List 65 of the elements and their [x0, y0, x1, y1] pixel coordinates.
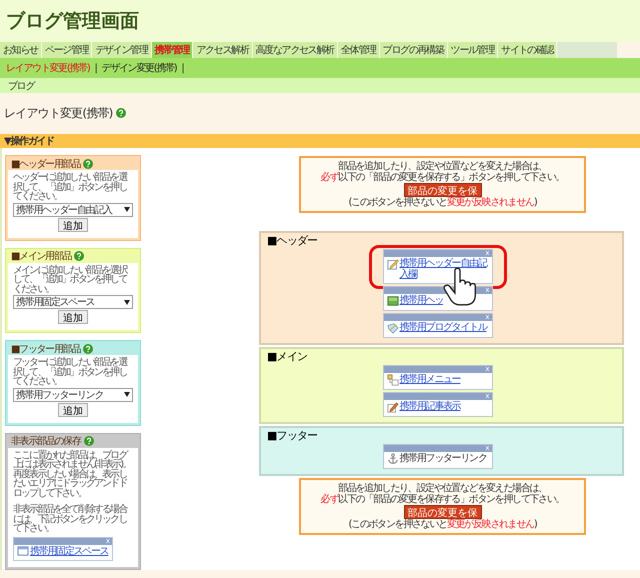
- page-title: レイアウト変更(携帯): [4, 104, 113, 122]
- notice-note: (このボタンを押さないと変更が反映されません): [348, 519, 536, 530]
- image-icon: [386, 295, 398, 307]
- panel-description: ヘッダーに追加したい部品を選択して、「追加」ボタンを押してください。: [13, 173, 128, 202]
- app-title: ブログ管理画面: [6, 9, 139, 34]
- nav-tab[interactable]: 全体管理: [338, 42, 379, 58]
- add-button[interactable]: 追加: [58, 218, 88, 232]
- panel-title: ■フッター用部品: [11, 342, 80, 356]
- part-select[interactable]: 携帯用固定スペース: [13, 295, 133, 309]
- save-changes-button[interactable]: 部品の変更を保: [404, 183, 482, 197]
- add-button[interactable]: 追加: [58, 402, 88, 416]
- widget-link[interactable]: 携帯用ブログタイトル: [400, 322, 487, 333]
- hand-cursor-icon: [442, 267, 476, 307]
- part-select[interactable]: 携帯用ヘッダー自由記入: [13, 202, 133, 216]
- panel-description: ここに置かれた部品は、ブログ上には表示されません(非表示)。再度表示したい場合は、表示したいエリアにドラッグアンドドロップして下さい。: [13, 450, 132, 498]
- pencil-icon: [386, 258, 398, 270]
- pencil-icon: [386, 401, 398, 413]
- area-title: ■ヘッダー: [267, 234, 318, 247]
- widget-link[interactable]: 携帯用固定スペース: [30, 546, 108, 556]
- notice-text: 必ず以下の「部品の変更を保存する」ボタンを押して下さい。: [320, 494, 564, 505]
- help-icon[interactable]: [83, 344, 94, 354]
- tag-icon: [386, 322, 398, 334]
- guide-bar[interactable]: ▼操作ガイド: [0, 134, 640, 148]
- notice-note: (このボタンを押さないと変更が反映されません): [348, 197, 536, 208]
- nav-tab[interactable]: 高度なアクセス解析: [252, 42, 337, 58]
- widget-link[interactable]: 携帯用ヘッ: [400, 295, 444, 306]
- subnav-link[interactable]: デザイン変更(携帯): [102, 61, 176, 75]
- dropdown-arrow-icon: [124, 300, 130, 304]
- notice-text: 部品を追加したり、設定や位置などを変えた場合は、: [338, 161, 547, 172]
- menu-tree-icon: [386, 374, 398, 386]
- separator: |: [181, 62, 184, 74]
- breadcrumb: ブログ: [8, 80, 34, 92]
- panel-title: 非表示部品の保存: [11, 434, 81, 448]
- add-button[interactable]: 追加: [58, 310, 88, 324]
- separator: |: [94, 62, 97, 74]
- nav-tab[interactable]: アクセス解析: [193, 42, 252, 58]
- anchor-icon: [386, 453, 398, 465]
- panel-title: ■ヘッダー用部品: [11, 158, 80, 170]
- help-icon[interactable]: [74, 251, 84, 261]
- help-icon[interactable]: [83, 158, 94, 168]
- save-changes-button[interactable]: 部品の変更を保: [404, 505, 482, 519]
- nav-tab[interactable]: お知らせ: [0, 42, 41, 58]
- nav-tab[interactable]: サイトの確認: [498, 42, 556, 58]
- widget-link[interactable]: 携帯用メニュー: [400, 374, 460, 385]
- panel-description: メインに追加したい部品を選択して、「追加」ボタンを押してください。: [13, 266, 128, 294]
- widget-label[interactable]: 携帯用フッターリンク: [400, 453, 487, 464]
- nav-tab[interactable]: デザイン管理: [92, 42, 151, 58]
- dropdown-arrow-icon: [124, 392, 130, 397]
- notice-text: 必ず以下の「部品の変更を保存する」ボタンを押して下さい。: [320, 172, 564, 183]
- help-icon[interactable]: [116, 108, 126, 118]
- window-icon: [17, 546, 29, 556]
- widget-link[interactable]: 携帯用ヘッダー自由記入欄: [400, 258, 488, 280]
- panel-description: 非表示部品を全て削除する場合には、下記ボタンをクリックして下さい。: [13, 505, 128, 534]
- nav-tab[interactable]: ブログの再構築: [380, 42, 447, 58]
- part-select[interactable]: 携帯用フッターリンク: [13, 388, 133, 402]
- notice-text: 部品を追加したり、設定や位置などを変えた場合は、: [338, 483, 547, 494]
- dropdown-arrow-icon: [124, 207, 130, 212]
- panel-title: ■メイン用部品: [11, 250, 72, 263]
- area-title: ■フッター: [267, 429, 318, 442]
- area-title: ■メイン: [267, 350, 308, 363]
- panel-description: フッターに追加したい部品を選択して、「追加」ボタンを押してください。: [13, 358, 128, 386]
- nav-tab[interactable]: ツール管理: [448, 42, 498, 58]
- nav-tab[interactable]: ページ管理: [42, 42, 92, 58]
- help-icon[interactable]: [84, 436, 94, 446]
- widget-link[interactable]: 携帯用記事表示: [400, 401, 460, 412]
